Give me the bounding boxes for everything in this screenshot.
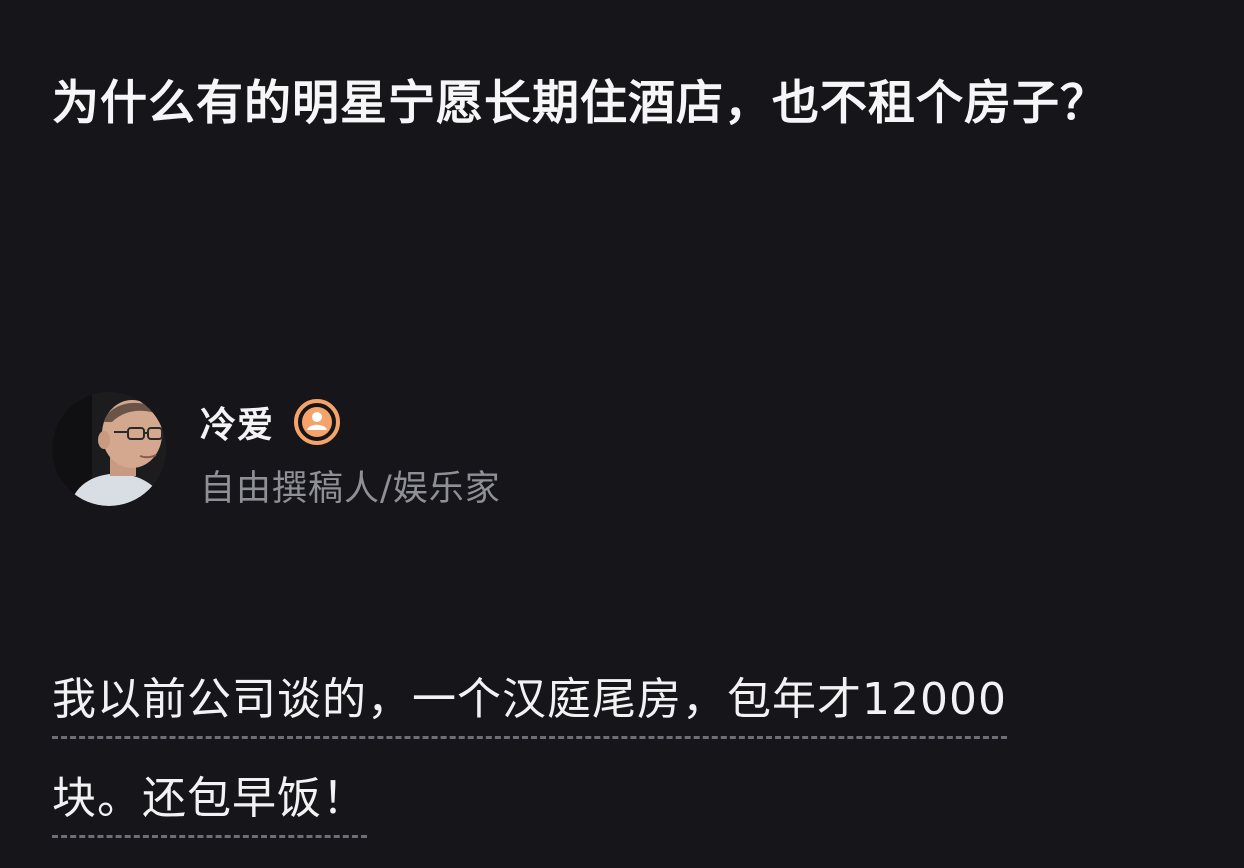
answer-body[interactable]: 我以前公司谈的，一个汉庭尾房，包年才12000 块。还包早饭！ [52,656,1192,854]
author-name-row: 冷爱 [200,396,342,448]
verified-user-badge-icon[interactable] [292,397,342,447]
question-title[interactable]: 为什么有的明星宁愿长期住酒店，也不租个房子？ [52,66,1202,142]
answer-line: 我以前公司谈的，一个汉庭尾房，包年才12000 [52,664,1007,739]
answer-line: 块。还包早饭！ [52,763,367,838]
avatar-photo-icon [52,392,166,506]
author-name[interactable]: 冷爱 [200,396,274,448]
author-avatar[interactable] [52,392,166,506]
author-card[interactable]: 冷爱 自由撰稿人/娱乐家 [52,392,752,509]
author-bio: 自由撰稿人/娱乐家 [200,469,501,509]
